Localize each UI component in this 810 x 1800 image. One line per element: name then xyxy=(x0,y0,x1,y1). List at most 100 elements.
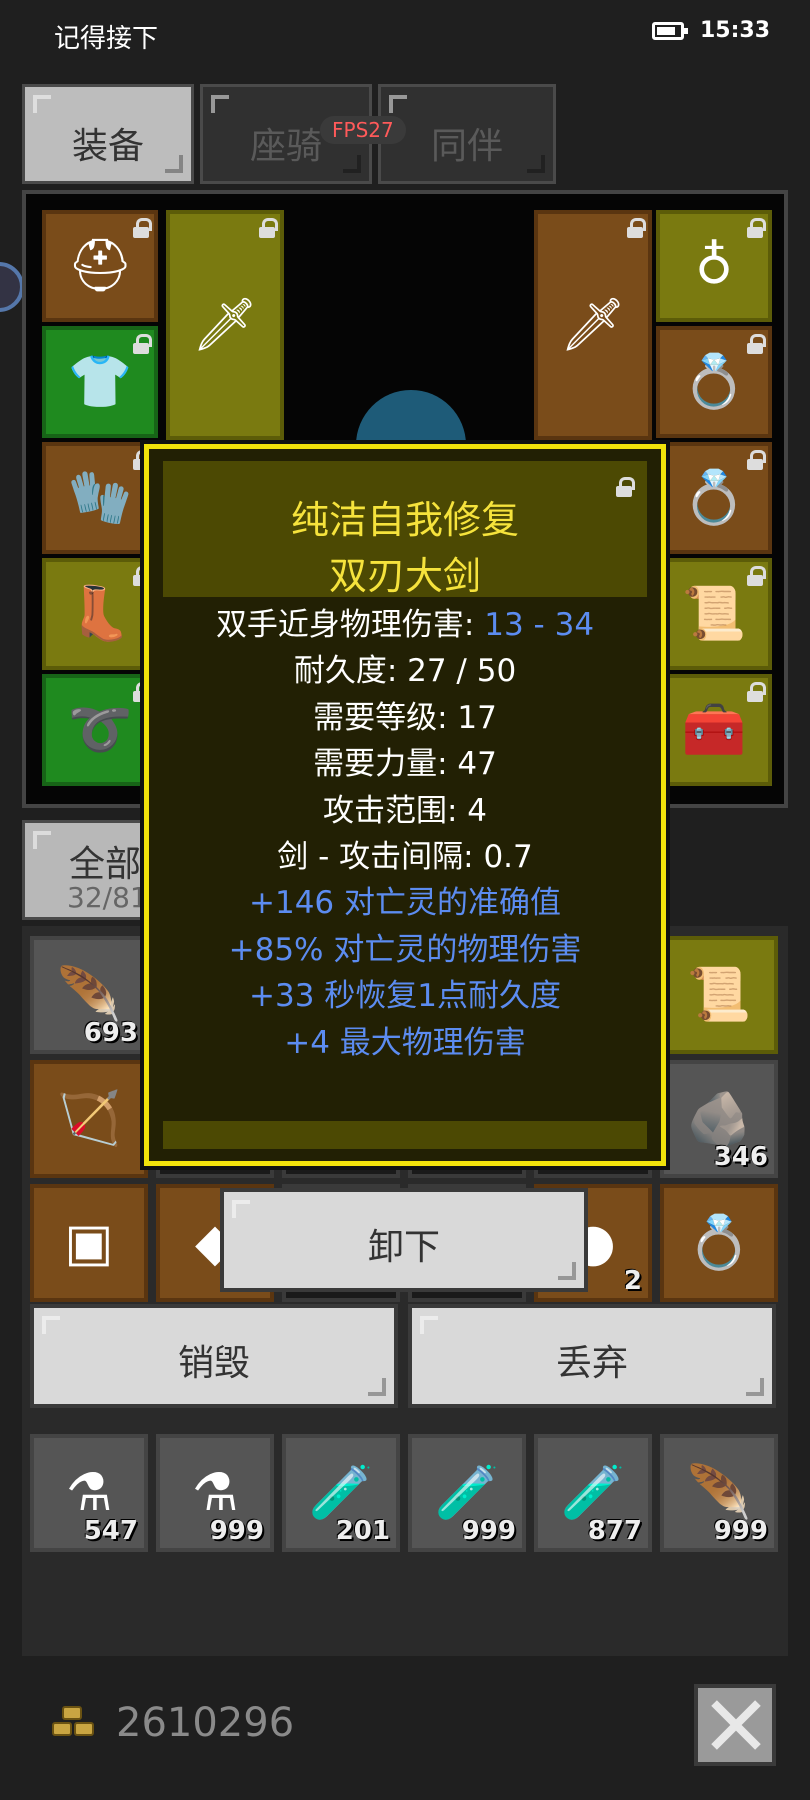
equipment-slot[interactable]: 🧤 xyxy=(42,442,158,554)
unequip-label: 卸下 xyxy=(367,1227,440,1268)
unequip-button[interactable]: 卸下 xyxy=(220,1188,588,1292)
crossbow-icon: 🏹 xyxy=(56,1089,122,1149)
bag-slot[interactable]: ⚗ 547 xyxy=(30,1434,148,1552)
equipment-slot[interactable]: 👢 xyxy=(42,558,158,670)
sword-icon: 🗡 xyxy=(559,295,626,355)
discard-button[interactable]: 丢弃 xyxy=(408,1304,776,1408)
lock-icon[interactable] xyxy=(615,477,635,497)
gold-coin-icon xyxy=(52,1706,102,1746)
scroll-icon: 📜 xyxy=(686,965,752,1025)
lock-icon xyxy=(132,334,152,354)
item-count: 999 xyxy=(209,1516,264,1546)
tab-label: 同伴 xyxy=(430,126,503,167)
bag-slot[interactable]: 🏹 xyxy=(30,1060,148,1178)
equipment-slot[interactable]: 💍 xyxy=(656,326,772,438)
potion-icon: 🧪 xyxy=(560,1463,626,1523)
bag-slot[interactable]: 🧪 999 xyxy=(408,1434,526,1552)
battery-icon xyxy=(652,22,688,40)
item-tooltip: 纯洁自我修复 双刃大剑 双手近身物理伤害: 13 - 34 耐久度: 27 / … xyxy=(144,444,666,1166)
bag-slot[interactable]: 🧪 201 xyxy=(282,1434,400,1552)
bag-filter-tab-all[interactable]: 全部 32/81 xyxy=(22,820,162,920)
discard-label: 丢弃 xyxy=(555,1343,628,1384)
feather-icon: 🪶 xyxy=(56,965,122,1025)
stat-damage-label: 双手近身物理伤害: xyxy=(215,607,485,643)
equipment-slot[interactable]: 👕 xyxy=(42,326,158,438)
helmet-icon: ⛑ xyxy=(66,236,133,296)
equipment-slot[interactable]: 🧰 xyxy=(656,674,772,786)
bag-slot[interactable]: 🪶 999 xyxy=(660,1434,778,1552)
item-count: 346 xyxy=(713,1142,768,1172)
equipment-slot[interactable]: ➰ xyxy=(42,674,158,786)
chest-icon: 🧰 xyxy=(681,700,747,760)
ore-icon: 🪨 xyxy=(686,1089,752,1149)
boots-icon: 👢 xyxy=(67,584,133,644)
character-avatar xyxy=(356,390,466,450)
cloth-icon: ▣ xyxy=(64,1213,114,1273)
potion-icon: 🧪 xyxy=(308,1463,374,1523)
item-type: 双刃大剑 xyxy=(328,554,481,598)
potion-icon: 🧪 xyxy=(434,1463,500,1523)
stat-durability: 耐久度: 27 / 50 xyxy=(293,653,517,689)
lock-icon xyxy=(626,218,646,238)
armor-icon: 👕 xyxy=(67,352,133,412)
equipment-slot[interactable]: 💍 xyxy=(656,442,772,554)
lock-icon xyxy=(746,682,766,702)
feather-icon: 🪶 xyxy=(686,1463,752,1523)
tooltip-header: 纯洁自我修复 双刃大剑 xyxy=(163,461,647,598)
clock: 15:33 xyxy=(700,18,771,43)
item-count: 693 xyxy=(83,1018,138,1048)
bag-slot[interactable]: 💍 xyxy=(660,1184,778,1302)
bag-capacity: 32/81 xyxy=(67,881,148,914)
floating-assist-button[interactable] xyxy=(0,262,24,312)
stat-bonus: +85% 对亡灵的物理伤害 xyxy=(228,932,582,968)
sword-icon: 🗡 xyxy=(191,295,258,355)
ring-icon: 💍 xyxy=(681,352,747,412)
lock-icon xyxy=(746,450,766,470)
bag-slot[interactable]: 🪨 346 xyxy=(660,1060,778,1178)
bag-slot[interactable]: 📜 xyxy=(660,936,778,1054)
amulet-icon: ♁ xyxy=(694,236,734,296)
stat-attack-range: 攻击范围: 4 xyxy=(322,793,488,829)
lock-icon xyxy=(746,334,766,354)
equipment-slot[interactable]: ♁ xyxy=(656,210,772,322)
stat-attack-interval: 剑 - 攻击间隔: 0.7 xyxy=(277,839,533,875)
notification-title: 记得接下 xyxy=(54,24,159,54)
fps-counter: FPS27 xyxy=(320,116,406,144)
stat-bonus: +146 对亡灵的准确值 xyxy=(249,885,561,921)
item-name: 纯洁自我修复 xyxy=(290,498,519,542)
weapon-slot-main[interactable]: 🗡 xyxy=(166,210,284,440)
tab-label: 装备 xyxy=(71,126,144,167)
lock-icon xyxy=(746,218,766,238)
lock-icon xyxy=(132,218,152,238)
equipment-slot[interactable]: ⛑ xyxy=(42,210,158,322)
item-count: 999 xyxy=(461,1516,516,1546)
filter-label: 全部 xyxy=(69,844,142,885)
stat-damage-value: 13 - 34 xyxy=(484,607,595,643)
bag-slot[interactable]: 🪶 693 xyxy=(30,936,148,1054)
close-icon[interactable] xyxy=(694,1684,776,1766)
tooltip-footer xyxy=(163,1121,647,1149)
weapon-slot-off[interactable]: 🗡 xyxy=(534,210,652,440)
belt-icon: ➰ xyxy=(67,700,133,760)
ring-icon: 💍 xyxy=(686,1213,752,1273)
destroy-button[interactable]: 销毁 xyxy=(30,1304,398,1408)
potion-icon: ⚗ xyxy=(65,1463,113,1523)
destroy-label: 销毁 xyxy=(177,1343,250,1384)
stat-damage: 双手近身物理伤害: 13 - 34 xyxy=(149,599,661,644)
ring-icon: 💍 xyxy=(681,468,747,528)
item-count: 2 xyxy=(623,1266,642,1296)
stat-strength-requirement: 需要力量: 47 xyxy=(313,746,497,782)
bag-slot[interactable]: 🧪 877 xyxy=(534,1434,652,1552)
status-bar: 记得接下 15:33 xyxy=(0,0,810,64)
equipment-slot[interactable]: 📜 xyxy=(656,558,772,670)
stat-bonus: +33 秒恢复1点耐久度 xyxy=(249,978,561,1014)
gloves-icon: 🧤 xyxy=(67,468,133,528)
item-count: 201 xyxy=(335,1516,390,1546)
item-count: 999 xyxy=(713,1516,768,1546)
bag-slot[interactable]: ⚗ 999 xyxy=(156,1434,274,1552)
gold-amount: 2610296 xyxy=(116,1700,295,1746)
item-count: 547 xyxy=(83,1516,138,1546)
tab-equipment[interactable]: 装备 xyxy=(22,84,194,184)
item-count: 877 xyxy=(587,1516,642,1546)
bag-slot[interactable]: ▣ xyxy=(30,1184,148,1302)
